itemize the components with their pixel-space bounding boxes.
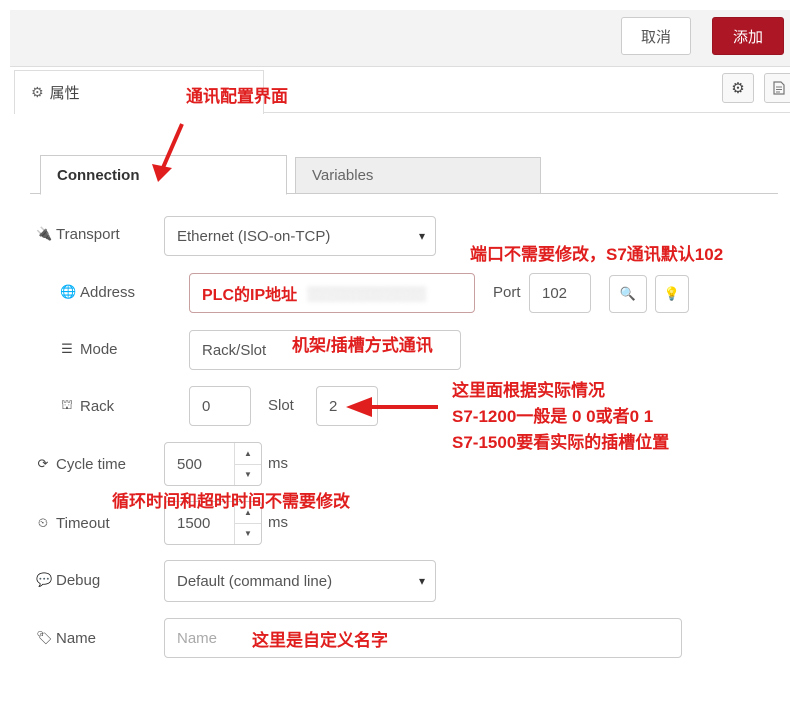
tag-icon: 🏷 (36, 630, 53, 645)
lightbulb-icon: 💡 (663, 286, 681, 301)
gear-icon: ⚙ (731, 80, 745, 97)
address-label: 🌐 Address (60, 283, 136, 301)
document-icon (773, 81, 785, 95)
timeout-unit: ms (268, 514, 288, 531)
slot-label: Slot (268, 397, 294, 414)
port-input[interactable]: 102 (529, 273, 591, 313)
chevron-down-icon: ▾ (418, 574, 425, 588)
debug-label: 💬 Debug (36, 571, 101, 589)
sliders-icon: ☰ (61, 341, 73, 356)
transport-label: 🔌 Transport (36, 225, 120, 243)
rack-label: ⛫ Rack (61, 397, 115, 415)
clock-icon: ⏲ (37, 515, 49, 530)
sitemap-icon: ⛫ (61, 397, 73, 412)
debug-select[interactable]: Default (command line) ▾ (164, 560, 436, 602)
gear-icon: ⚙ (31, 84, 44, 100)
caret-up-icon[interactable]: ▲ (235, 443, 261, 465)
name-label: 🏷 Name (36, 629, 97, 647)
annotation-name: 这里是自定义名字 (252, 631, 388, 650)
chevron-down-icon: ▾ (418, 229, 425, 243)
cycle-time-label: ⟳ Cycle time (37, 455, 127, 473)
mode-label: ☰ Mode (61, 340, 118, 358)
refresh-icon: ⟳ (37, 456, 49, 471)
comment-icon: 💬 (36, 572, 53, 587)
annotation-mode: 机架/插槽方式通讯 (292, 336, 433, 355)
cycle-time-unit: ms (268, 455, 288, 472)
address-input[interactable]: PLC的IP地址 ▒▒▒▒▒▒▒▒▒▒▒▒ (189, 273, 475, 313)
description-button[interactable] (764, 73, 790, 103)
annotation-arrow-slot (346, 397, 438, 417)
globe-icon: 🌐 (60, 284, 77, 299)
cancel-button[interactable]: 取消 (621, 17, 691, 55)
search-icon: 🔍 (619, 286, 637, 301)
tab-properties-label: 属性 (49, 85, 80, 102)
cycle-time-spinner[interactable]: ▲ ▼ (234, 443, 261, 485)
blurred-ip: ▒▒▒▒▒▒▒▒▒▒▒▒ (307, 285, 427, 301)
cycle-time-input[interactable]: 500 ▲ ▼ (164, 442, 262, 486)
port-label: Port (493, 284, 521, 301)
hint-button[interactable]: 💡 (655, 275, 689, 313)
caret-down-icon[interactable]: ▼ (235, 523, 261, 544)
name-input[interactable]: Name (164, 618, 682, 658)
caret-down-icon[interactable]: ▼ (235, 464, 261, 485)
add-button[interactable]: 添加 (712, 17, 784, 55)
timeout-label: ⏲ Timeout (37, 514, 110, 532)
plug-icon: 🔌 (36, 226, 53, 241)
rack-input[interactable]: 0 (189, 386, 251, 426)
annotation-arrow-connection (152, 123, 184, 182)
transport-select[interactable]: Ethernet (ISO-on-TCP) ▾ (164, 216, 436, 256)
annotation-timing: 循环时间和超时时间不需要修改 (112, 492, 350, 511)
settings-button[interactable]: ⚙ (722, 73, 754, 103)
annotation-rack: 这里面根据实际情况 S7-1200一般是 0 0或者0 1 S7-1500要看实… (452, 381, 670, 452)
tab-variables[interactable]: Variables (295, 157, 541, 194)
search-button[interactable]: 🔍 (609, 275, 647, 313)
annotation-config-ui: 通讯配置界面 (186, 87, 288, 106)
annotation-port: 端口不需要修改，S7通讯默认102 (470, 245, 724, 264)
